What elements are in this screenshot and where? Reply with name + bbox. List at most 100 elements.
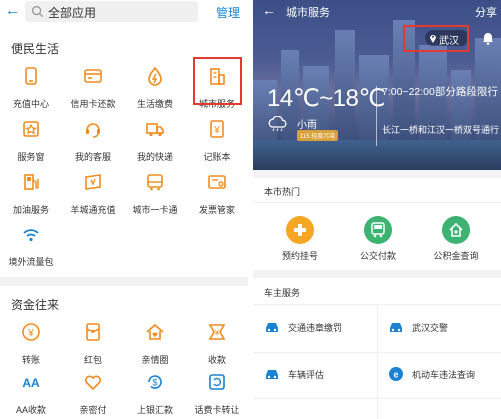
app-family[interactable]: 亲情圈	[124, 322, 186, 372]
service-window-icon	[23, 121, 39, 137]
svg-text:¥: ¥	[213, 125, 220, 136]
apps-header: ← 全部应用 管理	[0, 0, 248, 24]
air-quality-badge: 115 轻度污染	[297, 130, 339, 141]
app-gas[interactable]: 加油服务	[0, 172, 62, 222]
car-icon	[266, 323, 278, 332]
page-title: 城市服务	[286, 7, 330, 19]
hot-item-fund-query[interactable]: 公积金查询	[421, 216, 491, 262]
app-label: 亲密付	[79, 405, 107, 415]
temperature-range: 14℃~18℃	[267, 85, 385, 112]
app-label: 记账本	[203, 152, 231, 162]
bell-icon[interactable]	[482, 31, 494, 45]
app-red-packet[interactable]: 红包	[62, 322, 124, 372]
rain-cloud-icon	[268, 116, 287, 132]
bus-pay-icon	[364, 216, 392, 244]
fund-query-icon	[442, 216, 470, 244]
app-label: AA收款	[15, 405, 46, 415]
card-transfer-icon	[209, 374, 225, 390]
bank-remit-icon: $	[148, 375, 162, 389]
app-service-window[interactable]: 服务窗	[0, 119, 62, 169]
app-roaming-data[interactable]: 境外流量包	[0, 224, 62, 274]
app-delivery[interactable]: 我的快递	[124, 119, 186, 169]
app-label: 话费卡转让	[194, 405, 240, 415]
banner-divider	[376, 86, 377, 146]
manage-button[interactable]: 管理	[216, 4, 240, 21]
section-divider	[0, 277, 248, 286]
share-button[interactable]: 分享	[475, 4, 497, 20]
app-credit-card[interactable]: 信用卡还款	[62, 66, 124, 116]
search-input[interactable]: 全部应用	[25, 1, 198, 22]
service-label: 车辆评估	[288, 370, 325, 380]
hot-item-appointment[interactable]: 预约挂号	[265, 216, 335, 262]
utility-bill-icon	[148, 66, 162, 86]
hot-item-label: 公积金查询	[433, 251, 479, 261]
service-violation-query[interactable]: e 机动车违法查询	[388, 364, 498, 386]
app-label: 红包	[83, 355, 102, 365]
invoice-icon	[208, 175, 226, 189]
app-label: 服务窗	[17, 152, 45, 162]
credit-card-icon	[84, 69, 102, 83]
section-title-funds: 资金往来	[11, 298, 60, 312]
wifi-icon	[23, 229, 39, 242]
app-label: 城市一卡通	[132, 205, 178, 215]
section-title-convenience: 便民生活	[11, 42, 60, 56]
weather-description: 小雨	[297, 120, 317, 131]
app-label: 转账	[21, 355, 40, 365]
app-label: 我的客服	[74, 152, 111, 162]
ledger-icon: ¥	[210, 120, 224, 138]
family-home-icon	[146, 323, 164, 340]
column-divider	[377, 304, 378, 419]
app-collect[interactable]: ¥ 收款	[186, 322, 248, 372]
city-service-highlight	[193, 57, 242, 105]
app-transit-card[interactable]: 羊城通充值	[62, 172, 124, 222]
app-label: 收款	[207, 355, 226, 365]
app-label: 加油服务	[12, 205, 49, 215]
service-label: 交通违章缴罚	[288, 323, 343, 333]
hot-item-label: 预约挂号	[281, 251, 318, 261]
hospital-cross-icon	[286, 216, 314, 244]
city-hot-section: 本市热门 预约挂号 公交付款 公积金查询	[253, 178, 501, 270]
app-bus-card[interactable]: 城市一卡通	[124, 172, 186, 222]
row-divider	[253, 398, 501, 399]
app-heart-pay[interactable]: 亲密付	[62, 372, 124, 419]
svg-text:¥: ¥	[214, 329, 220, 338]
traffic-police-icon: e	[389, 367, 403, 381]
app-recharge[interactable]: 充值中心	[0, 66, 62, 116]
app-bank-remit[interactable]: $ 上银汇款	[124, 372, 186, 419]
row-divider	[253, 202, 501, 203]
traffic-limit-title: 7:00~22:00部分路段限行	[382, 86, 498, 98]
search-placeholder: 全部应用	[48, 6, 97, 20]
app-aa-collect[interactable]: AA AA收款	[0, 372, 62, 419]
delivery-truck-icon	[146, 123, 164, 137]
section-title-hot: 本市热门	[264, 187, 301, 197]
car-icon	[390, 323, 402, 332]
app-label: 上银汇款	[136, 405, 173, 415]
app-transfer[interactable]: ¥ 转账	[0, 322, 62, 372]
app-customer-service[interactable]: 我的客服	[62, 119, 124, 169]
app-label: 生活缴费	[136, 99, 173, 109]
section-title-car: 车主服务	[264, 288, 301, 298]
service-label: 机动车违法查询	[412, 370, 476, 380]
app-ledger[interactable]: ¥ 记账本	[186, 119, 248, 169]
back-arrow-icon[interactable]: ←	[5, 3, 20, 19]
app-label: 境外流量包	[8, 257, 54, 267]
transfer-icon: ¥	[22, 323, 40, 341]
svg-text:e: e	[393, 370, 398, 380]
service-label: 武汉交警	[412, 323, 449, 333]
hot-item-bus-pay[interactable]: 公交付款	[343, 216, 413, 262]
car-owner-section: 车主服务 交通违章缴罚 武汉交警 车辆评估 e 机动车违法查询	[253, 278, 501, 419]
hot-item-label: 公交付款	[359, 251, 396, 261]
service-traffic-fine[interactable]: 交通违章缴罚	[264, 317, 374, 339]
customer-service-icon	[86, 123, 100, 138]
service-wuhan-police[interactable]: 武汉交警	[388, 317, 498, 339]
app-utility[interactable]: 生活缴费	[124, 66, 186, 116]
app-invoice[interactable]: 发票管家	[186, 172, 248, 222]
back-arrow-icon[interactable]: ←	[262, 2, 276, 18]
svg-text:¥: ¥	[27, 328, 34, 339]
svg-text:$: $	[152, 378, 157, 388]
app-card-transfer[interactable]: 话费卡转让	[186, 372, 248, 419]
river-water	[253, 140, 501, 170]
service-vehicle-valuation[interactable]: 车辆评估	[264, 364, 374, 386]
car-icon	[266, 370, 278, 379]
red-packet-icon	[86, 323, 100, 341]
